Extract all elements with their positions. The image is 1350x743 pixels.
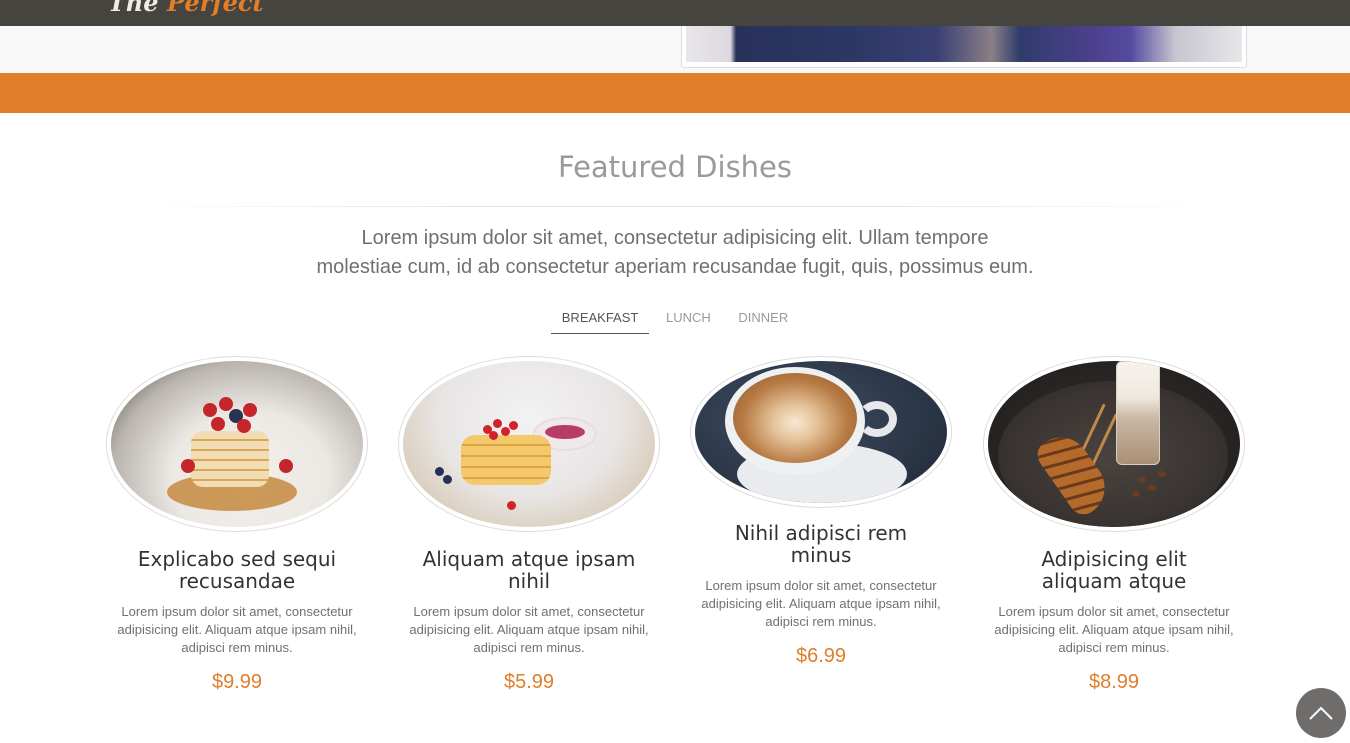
dish-image[interactable] xyxy=(983,356,1245,532)
section-description-line2: molestiae cum, id ab consectetur aperiam… xyxy=(316,256,1034,278)
tab-breakfast[interactable]: BREAKFAST xyxy=(550,308,650,334)
dish-name: Adipisicing elit aliquam atque xyxy=(1041,547,1187,593)
logo-text-accent: Perfect xyxy=(166,0,264,17)
dish-card: Explicabo sed sequi recusandae Lorem ips… xyxy=(106,356,368,694)
croissant-coffee-image xyxy=(988,361,1240,527)
site-logo[interactable]: The Perfect xyxy=(108,0,264,17)
dish-name: Nihil adipisci rem minus xyxy=(734,521,908,567)
dish-price: $6.99 xyxy=(795,645,847,667)
dish-description: Lorem ipsum dolor sit amet, consectetur … xyxy=(701,578,941,629)
chevron-up-icon xyxy=(1309,706,1333,720)
section-description: Lorem ipsum dolor sit amet, consectetur … xyxy=(280,224,1070,282)
dish-card: Aliquam atque ipsam nihil Lorem ipsum do… xyxy=(398,356,660,694)
section-title: Featured Dishes xyxy=(557,150,793,184)
dish-card: Nihil adipisci rem minus Lorem ipsum dol… xyxy=(690,356,952,668)
dish-price: $9.99 xyxy=(211,671,263,693)
scroll-to-top-button[interactable] xyxy=(1296,688,1346,738)
dish-image[interactable] xyxy=(398,356,660,532)
dish-name: Explicabo sed sequi recusandae xyxy=(137,547,337,593)
pancakes-strawberries-image xyxy=(111,361,363,527)
section-description-line1: Lorem ipsum dolor sit amet, consectetur … xyxy=(361,227,989,249)
navbar: The Perfect xyxy=(0,0,1350,26)
orange-divider-band xyxy=(0,73,1350,113)
latte-image xyxy=(695,361,947,503)
dish-card: Adipisicing elit aliquam atque Lorem ips… xyxy=(983,356,1245,694)
dish-price: $8.99 xyxy=(1088,671,1140,693)
logo-text-primary: The xyxy=(108,0,167,17)
tab-lunch[interactable]: LUNCH xyxy=(655,308,722,333)
dish-price: $5.99 xyxy=(503,671,555,693)
dish-image[interactable] xyxy=(106,356,368,532)
title-divider xyxy=(135,206,1215,207)
pancakes-berries-image xyxy=(403,361,655,527)
hero-section xyxy=(0,26,1350,73)
dish-name: Aliquam atque ipsam nihil xyxy=(422,547,636,593)
dish-description: Lorem ipsum dolor sit amet, consectetur … xyxy=(994,604,1234,655)
dish-image[interactable] xyxy=(690,356,952,508)
dish-description: Lorem ipsum dolor sit amet, consectetur … xyxy=(117,604,357,655)
hero-image xyxy=(686,26,1242,62)
menu-tabs: BREAKFAST LUNCH DINNER xyxy=(0,308,1350,334)
dish-description: Lorem ipsum dolor sit amet, consectetur … xyxy=(409,604,649,655)
tab-dinner[interactable]: DINNER xyxy=(727,308,799,333)
hero-image-frame xyxy=(681,26,1247,68)
